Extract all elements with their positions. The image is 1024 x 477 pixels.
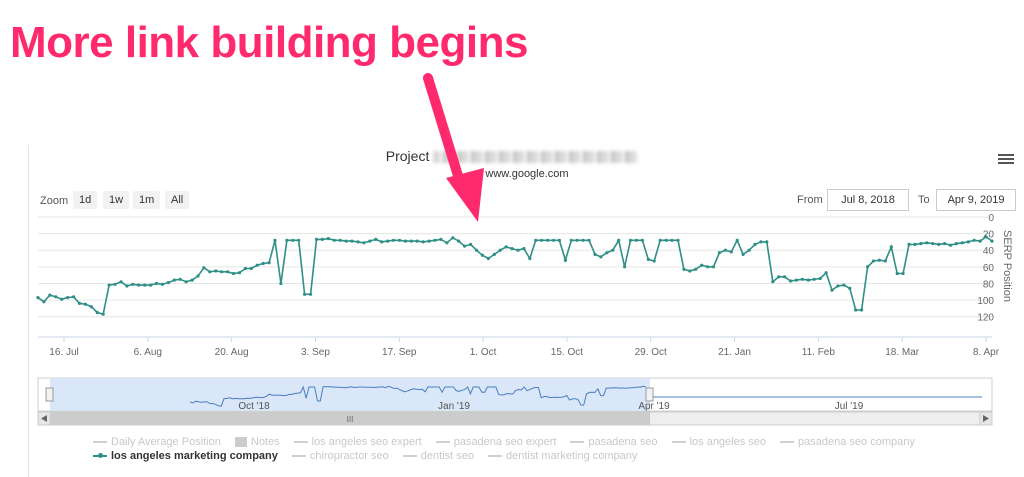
legend-item[interactable]: pasadena seo expert: [435, 436, 557, 448]
legend-label: los angeles marketing company: [111, 450, 278, 462]
legend-label: chiropractor seo: [309, 450, 389, 462]
legend-symbol: [671, 441, 686, 444]
legend-symbol: [570, 441, 585, 444]
legend-item[interactable]: pasadena seo: [570, 436, 658, 448]
legend-item[interactable]: los angeles seo: [671, 436, 767, 448]
chart-title-prefix: Project: [385, 148, 430, 164]
legend-label: los angeles seo expert: [311, 436, 422, 448]
redacted-project-name: [433, 151, 639, 164]
legend-label: dentist marketing company: [505, 450, 638, 462]
legend-item[interactable]: los angeles marketing company: [93, 450, 278, 462]
zoom-1w-button[interactable]: 1w: [103, 191, 130, 209]
to-date-input[interactable]: Apr 9, 2019: [936, 189, 1016, 211]
legend-symbol: [780, 441, 795, 444]
chart-title: Project: [0, 148, 1024, 164]
legend-label: Notes: [250, 436, 280, 448]
headline: More link building begins: [10, 18, 528, 67]
legend-label: los angeles seo: [689, 436, 767, 448]
from-date-input[interactable]: Jul 8, 2018: [827, 189, 909, 211]
zoom-label: Zoom: [40, 195, 69, 207]
zoom-all-button[interactable]: All: [165, 191, 190, 209]
legend-symbol: [487, 455, 502, 458]
legend-label: pasadena seo expert: [453, 436, 557, 448]
legend-symbol: [234, 437, 247, 448]
zoom-1m-button[interactable]: 1m: [133, 191, 161, 209]
legend-item[interactable]: dentist marketing company: [487, 450, 638, 462]
legend-item[interactable]: dentist seo: [402, 450, 474, 462]
legend-symbol: [93, 453, 107, 459]
chart-subtitle: www.google.com: [485, 168, 569, 180]
zoom-1d-button[interactable]: 1d: [73, 191, 98, 209]
legend-item[interactable]: pasadena seo company: [780, 436, 915, 448]
legend-row-2: los angeles marketing company chiropracto…: [93, 450, 651, 462]
hamburger-icon[interactable]: [998, 152, 1014, 166]
from-label: From: [797, 194, 823, 206]
legend-symbol: [402, 455, 417, 458]
y-axis-title: SERP Position: [1001, 230, 1013, 302]
legend-symbol: [93, 441, 107, 444]
legend-label: Daily Average Position: [111, 436, 221, 448]
legend-symbol: [293, 441, 308, 444]
to-label: To: [918, 194, 930, 206]
legend-label: pasadena seo: [588, 436, 658, 448]
legend-item[interactable]: Notes: [234, 436, 280, 448]
legend-item[interactable]: Daily Average Position: [93, 436, 221, 448]
legend-label: pasadena seo company: [798, 436, 915, 448]
legend-symbol: [435, 441, 450, 444]
legend-row-1: Daily Average Position Notes los angeles s…: [93, 436, 929, 448]
legend-symbol: [291, 455, 306, 458]
legend-label: dentist seo: [420, 450, 474, 462]
legend-item[interactable]: chiropractor seo: [291, 450, 389, 462]
legend-item[interactable]: los angeles seo expert: [293, 436, 422, 448]
